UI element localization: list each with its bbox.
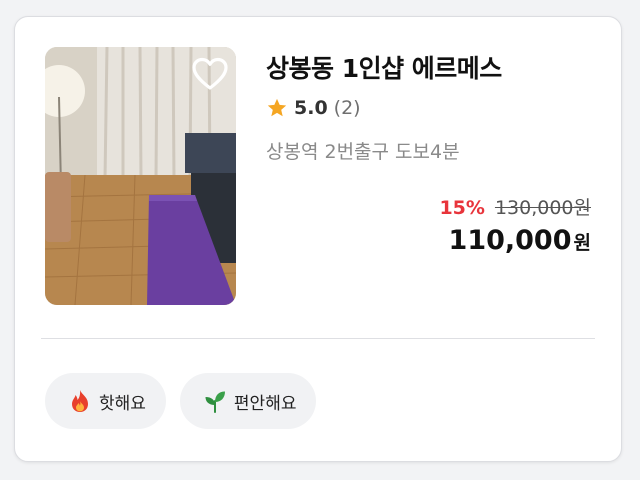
sale-price: 110,000 — [448, 225, 572, 256]
tag-comfort-label: 편안해요 — [233, 393, 297, 414]
sale-price-currency: 원 — [573, 232, 591, 254]
heart-outline-icon — [192, 57, 228, 90]
sale-price-row: 110,000 원 — [449, 225, 591, 256]
shop-card[interactable]: 상봉동 1인샵 에르메스 5.0 (2) 상봉역 2번출구 도보4분 15% 1… — [14, 16, 622, 462]
favorite-button[interactable] — [190, 55, 230, 95]
discount-row: 15% 130,000원 — [439, 193, 591, 220]
tag-list: 핫해요 편안해요 — [45, 373, 317, 429]
tag-comfort[interactable]: 편안해요 — [179, 373, 317, 429]
rating-row: 5.0 (2) — [266, 95, 361, 121]
star-icon — [267, 98, 287, 117]
rating-value: 5.0 — [294, 97, 328, 119]
fire-icon — [72, 390, 88, 412]
leaf-icon — [205, 391, 225, 413]
review-count[interactable]: (2) — [334, 97, 361, 119]
card-divider — [41, 338, 595, 339]
original-price: 130,000원 — [494, 197, 591, 219]
discount-rate: 15% — [439, 197, 485, 219]
shop-title[interactable]: 상봉동 1인샵 에르메스 — [266, 49, 502, 85]
tag-hot[interactable]: 핫해요 — [45, 373, 166, 429]
shop-location: 상봉역 2번출구 도보4분 — [266, 141, 460, 163]
tag-hot-label: 핫해요 — [99, 393, 146, 414]
